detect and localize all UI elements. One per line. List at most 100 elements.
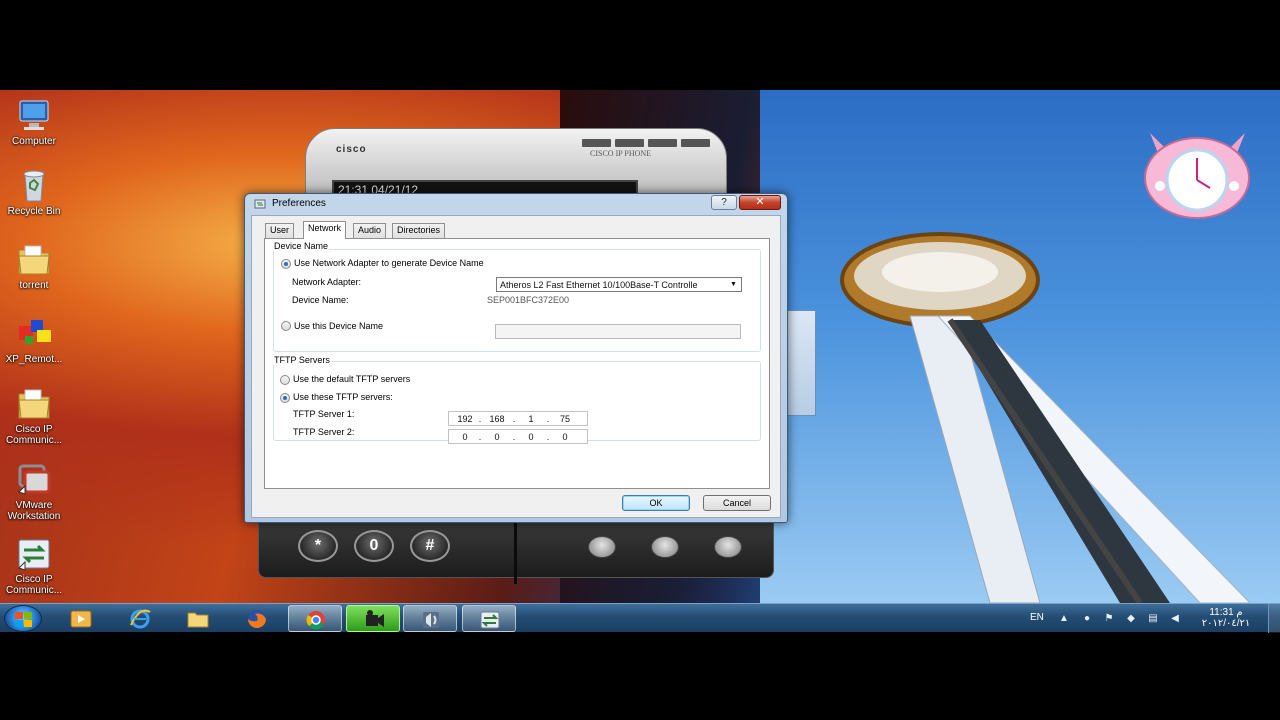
keypad-zero-button[interactable]: 0 (354, 530, 394, 562)
desktop-icon-torrent[interactable]: torrent (2, 242, 66, 291)
taskbar-chrome[interactable] (288, 605, 342, 632)
phone-nav-button[interactable] (588, 536, 616, 558)
vmware-icon (18, 464, 51, 495)
taskbar-file-explorer[interactable] (171, 605, 225, 632)
desktop-icon-label: Computer (12, 136, 56, 147)
use-default-tftp-radio[interactable] (280, 375, 290, 385)
ip-octet[interactable]: 0 (484, 431, 510, 443)
cisco-ip-communicator-icon (423, 612, 439, 628)
desktop-icon-label: Cisco IP Communic... (5, 424, 63, 446)
windows-logo-icon (15, 612, 32, 627)
keypad-hash-button[interactable]: # (410, 530, 450, 562)
chevron-down-icon[interactable]: ▼ (726, 278, 741, 291)
desktop-icon-label: XP_Remot... (5, 354, 63, 365)
clock-date: ٢٠١٢/٠٤/٢١ (1201, 618, 1251, 629)
preferences-dialog: Preferences ? ✕ User Network Audio Direc… (244, 193, 788, 523)
firefox-icon (248, 610, 266, 628)
ip-dot: . (478, 432, 482, 442)
phone-brand-label: CISCO IP PHONE (590, 149, 652, 158)
use-adapter-radio[interactable] (281, 259, 291, 269)
action-center-icon[interactable]: ⚑ (1103, 613, 1115, 624)
use-these-tftp-radio[interactable] (280, 393, 290, 403)
use-this-name-radio[interactable] (281, 321, 291, 331)
desktop-icon-xp-remote[interactable]: XP_Remot... (2, 316, 66, 365)
dialog-titlebar[interactable]: Preferences ? ✕ (245, 194, 787, 214)
desktop-icon-recycle-bin[interactable]: Recycle Bin (2, 168, 66, 217)
cisco-logo: cisco (336, 144, 367, 155)
language-indicator[interactable]: EN (1030, 612, 1044, 623)
show-hidden-icons-icon[interactable]: ▲ (1058, 613, 1070, 624)
ip-octet[interactable]: 75 (552, 413, 578, 425)
clock-time: 11:31 م (1209, 607, 1243, 618)
taskbar: EN ▲ ● ⚑ ◆ ▤ ◀ 11:31 م ٢٠١٢/٠٤/٢١ (0, 603, 1280, 633)
network-adapter-select[interactable]: Atheros L2 Fast Ethernet 10/100Base-T Co… (496, 277, 742, 292)
ip-octet[interactable]: 0 (452, 431, 478, 443)
desktop-icon-cisco-app[interactable]: Cisco IP Communic... (2, 536, 66, 596)
phone-top-buttons[interactable] (582, 139, 710, 147)
device-name-group-label: Device Name (273, 241, 330, 251)
start-button[interactable] (4, 605, 42, 632)
tftp-group-label: TFTP Servers (273, 355, 331, 365)
tftp-server2-input[interactable]: 0 . 0 . 0 . 0 (448, 429, 588, 444)
desktop-icon-cisco-folder[interactable]: Cisco IP Communic... (2, 386, 66, 446)
phone-mute-button[interactable] (651, 536, 679, 558)
ip-dot: . (512, 414, 516, 424)
desktop-icon-label: Cisco IP Communic... (5, 574, 63, 596)
internet-explorer-icon (130, 609, 151, 629)
desktop-icon-label: torrent (19, 280, 49, 291)
ip-octet[interactable]: 0 (518, 431, 544, 443)
taskbar-media-player[interactable] (54, 605, 108, 632)
ip-octet[interactable]: 1 (518, 413, 544, 425)
ip-dot: . (546, 414, 550, 424)
camtasia-icon (366, 610, 384, 627)
tab-audio[interactable]: Audio (353, 223, 387, 238)
tftp-server1-input[interactable]: 192 . 168 . 1 . 75 (448, 411, 588, 426)
taskbar-clock[interactable]: 11:31 م ٢٠١٢/٠٤/٢١ (1190, 607, 1262, 629)
dialog-client-area: User Network Audio Directories Device Na… (251, 215, 781, 518)
show-desktop-button[interactable] (1268, 604, 1280, 633)
taskbar-camtasia[interactable] (346, 605, 400, 632)
use-adapter-label: Use Network Adapter to generate Device N… (294, 258, 484, 268)
volume-icon[interactable]: ◀ (1169, 613, 1181, 624)
desktop-icon-label: Recycle Bin (7, 206, 61, 217)
folder-icon (18, 245, 50, 275)
network-tab-panel: Device Name Use Network Adapter to gener… (264, 238, 770, 489)
folder-icon (18, 389, 50, 419)
recycle-bin-icon (23, 170, 45, 202)
tab-directories[interactable]: Directories (392, 223, 446, 238)
use-this-name-label: Use this Device Name (294, 321, 384, 331)
chrome-icon (306, 611, 325, 630)
tray-shield-icon[interactable]: ◆ (1125, 613, 1137, 624)
network-icon[interactable]: ▤ (1147, 613, 1159, 624)
ip-octet[interactable]: 168 (484, 413, 510, 425)
tftp-server1-label: TFTP Server 1: (293, 409, 355, 419)
tab-network[interactable]: Network (303, 221, 347, 239)
file-explorer-icon (187, 612, 209, 628)
help-button[interactable]: ? (711, 195, 737, 210)
ok-button[interactable]: OK (622, 495, 690, 511)
desktop-icon-vmware[interactable]: VMware Workstation (2, 462, 66, 522)
desktop-icon-label: VMware Workstation (7, 500, 61, 522)
close-button[interactable]: ✕ (739, 195, 781, 210)
cisco-app-icon (18, 539, 50, 571)
phone-divider (514, 522, 517, 584)
phone-volume-button[interactable] (714, 536, 742, 558)
use-default-tftp-label: Use the default TFTP servers (293, 374, 411, 384)
network-adapter-value: Atheros L2 Fast Ethernet 10/100Base-T Co… (500, 280, 698, 290)
taskbar-firefox[interactable] (230, 605, 284, 632)
tab-user[interactable]: User (265, 223, 295, 238)
dialog-title: Preferences (272, 198, 326, 209)
device-name-value: SEP001BFC372E00 (487, 295, 570, 305)
custom-device-name-input[interactable] (495, 324, 741, 339)
taskbar-cisco-ip-communicator[interactable] (403, 605, 457, 632)
taskbar-network-app[interactable] (462, 605, 516, 632)
clock-gadget[interactable] (1140, 128, 1255, 220)
taskbar-internet-explorer[interactable] (113, 605, 167, 632)
keypad-star-button[interactable]: * (298, 530, 338, 562)
cancel-button[interactable]: Cancel (703, 495, 771, 511)
desktop-icon-computer[interactable]: Computer (2, 98, 66, 147)
ip-octet[interactable]: 192 (452, 413, 478, 425)
remote-app-icon (19, 320, 51, 344)
tray-app-icon[interactable]: ● (1081, 613, 1093, 624)
ip-octet[interactable]: 0 (552, 431, 578, 443)
